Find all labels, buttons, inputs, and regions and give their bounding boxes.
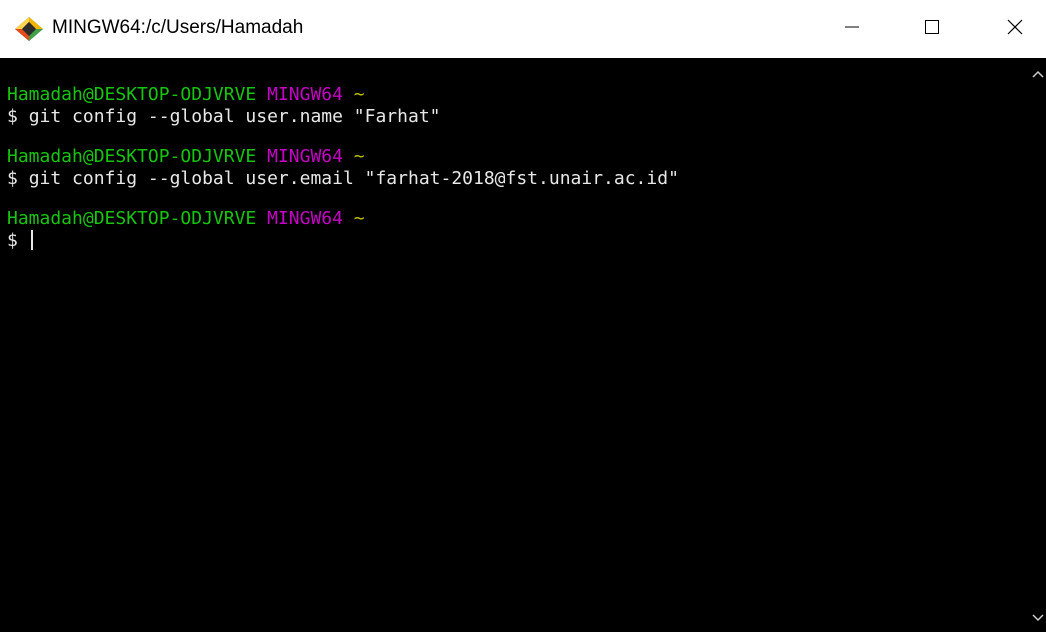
prompt-path: ~ [353, 84, 365, 105]
prompt-env: MINGW64 [267, 208, 343, 229]
prompt-env: MINGW64 [267, 146, 343, 167]
input-line[interactable]: $ [7, 230, 1030, 252]
minimize-icon [845, 20, 859, 39]
prompt-path: ~ [353, 146, 365, 167]
scroll-down-arrow-icon[interactable] [1030, 610, 1046, 626]
window-title: MINGW64:/c/Users/Hamadah [52, 17, 304, 38]
close-button[interactable] [986, 0, 1044, 58]
prompt-symbol: $ [7, 230, 18, 251]
terminal-window: MINGW64:/c/Users/Hamadah Hamadah@DESKTOP… [0, 0, 1046, 632]
vertical-scrollbar[interactable] [1030, 58, 1046, 632]
maximize-button[interactable] [903, 0, 961, 58]
command-line: $ git config --global user.name "Farhat" [7, 106, 1030, 128]
prompt-user-host: Hamadah@DESKTOP-ODJVRVE [7, 146, 257, 167]
maximize-icon [925, 19, 939, 39]
minimize-button[interactable] [823, 0, 881, 58]
terminal-output[interactable]: Hamadah@DESKTOP-ODJVRVE MINGW64 ~ $ git … [0, 58, 1030, 632]
prompt-line: Hamadah@DESKTOP-ODJVRVE MINGW64 ~ [7, 146, 1030, 168]
command-text: git config --global user.name "Farhat" [28, 106, 441, 127]
git-bash-icon[interactable] [14, 16, 44, 42]
text-cursor [30, 230, 33, 250]
prompt-line: Hamadah@DESKTOP-ODJVRVE MINGW64 ~ [7, 84, 1030, 106]
prompt-line: Hamadah@DESKTOP-ODJVRVE MINGW64 ~ [7, 208, 1030, 230]
command-line: $ git config --global user.email "farhat… [7, 168, 1030, 190]
scroll-up-arrow-icon[interactable] [1030, 66, 1046, 82]
prompt-symbol: $ [7, 106, 18, 127]
command-text: git config --global user.email "farhat-2… [28, 168, 679, 189]
prompt-path: ~ [353, 208, 365, 229]
prompt-env: MINGW64 [267, 84, 343, 105]
close-icon [1007, 19, 1023, 40]
prompt-user-host: Hamadah@DESKTOP-ODJVRVE [7, 84, 257, 105]
prompt-user-host: Hamadah@DESKTOP-ODJVRVE [7, 208, 257, 229]
title-bar[interactable]: MINGW64:/c/Users/Hamadah [0, 0, 1046, 58]
prompt-symbol: $ [7, 168, 18, 189]
